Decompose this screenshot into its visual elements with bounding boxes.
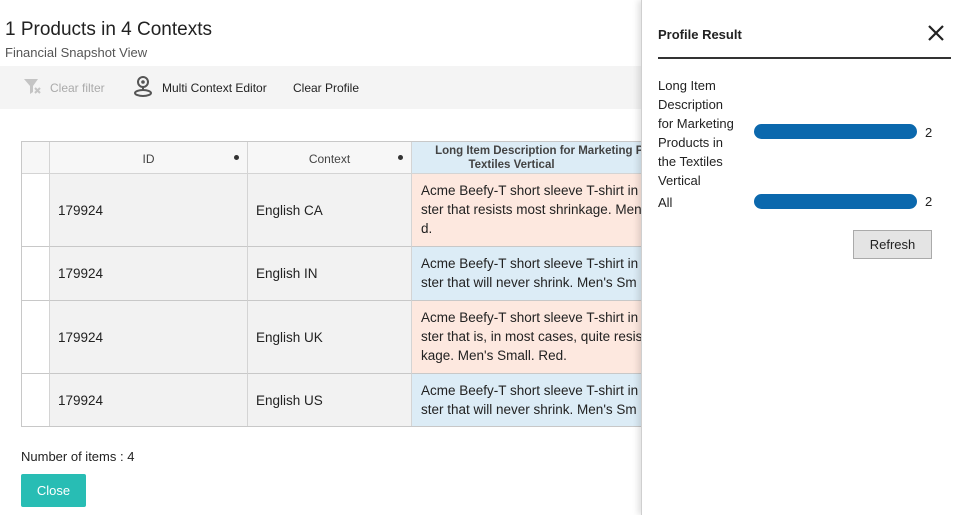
refresh-button[interactable]: Refresh (853, 230, 932, 259)
description-cell[interactable]: Acme Beefy-T short sleeve T-shirt in ste… (412, 247, 660, 301)
products-table: ID Context Long Item Description for Mar… (21, 141, 661, 427)
profile-value: 2 (925, 194, 933, 209)
row-select-cell[interactable] (22, 247, 50, 301)
context-cell: English IN (248, 247, 412, 301)
description-cell[interactable]: Acme Beefy-T short sleeve T-shirt in ste… (412, 301, 660, 374)
panel-title: Profile Result (658, 27, 742, 42)
profile-label-line: All (658, 195, 673, 210)
id-cell: 179924 (50, 247, 248, 301)
row-select-cell[interactable] (22, 301, 50, 374)
id-cell: 179924 (50, 374, 248, 426)
table-row[interactable]: 179924 English CA Acme Beefy-T short sle… (22, 174, 660, 247)
description-line: ster that will never shrink. Men's Sm (421, 402, 637, 417)
multi-context-editor-button[interactable]: Multi Context Editor (132, 66, 267, 109)
description-cell[interactable]: Acme Beefy-T short sleeve T-shirt in ste… (412, 374, 660, 426)
context-column-header[interactable]: Context (248, 142, 412, 174)
table-row[interactable]: 179924 English IN Acme Beefy-T short sle… (22, 247, 660, 301)
id-column-header[interactable]: ID (50, 142, 248, 174)
page-title: 1 Products in 4 Contexts (5, 19, 212, 40)
profile-label-line: Vertical (658, 173, 701, 188)
context-cell: English US (248, 374, 412, 426)
long-description-column-header[interactable]: Long Item Description for Marketing Pr T… (412, 142, 660, 174)
clear-filter-button[interactable]: Clear filter (22, 66, 105, 109)
id-cell: 179924 (50, 301, 248, 374)
profile-label-line: Long Item (658, 78, 716, 93)
description-line: ster that is, in most cases, quite resis (421, 329, 643, 344)
id-column-label: ID (142, 152, 155, 166)
profile-label-line: the Textiles (658, 154, 723, 169)
description-line: ster that will never shrink. Men's Sm (421, 275, 637, 290)
location-person-icon (132, 75, 154, 100)
clear-filter-label: Clear filter (50, 80, 105, 95)
item-count: Number of items : 4 (21, 449, 135, 464)
profile-result-panel: Profile Result Long Item Description for… (641, 0, 968, 515)
description-line: Acme Beefy-T short sleeve T-shirt in (421, 256, 639, 271)
filter-icon (22, 76, 42, 99)
toolbar: Clear filter Multi Context Editor Clear … (0, 66, 660, 109)
context-cell: English CA (248, 174, 412, 247)
profile-label-line: Products in (658, 135, 724, 150)
description-line: kage. Men's Small. Red. (421, 348, 567, 363)
description-line: ster that resists most shrinkage. Men (421, 202, 642, 217)
profile-label-line: for Marketing (658, 116, 734, 131)
row-select-cell[interactable] (22, 374, 50, 426)
profile-value: 2 (925, 125, 933, 140)
profile-bar[interactable] (754, 194, 917, 209)
long-description-label-line2: Textiles Vertical (468, 159, 555, 171)
clear-profile-button[interactable]: Clear Profile (293, 66, 359, 109)
profile-bar[interactable] (754, 124, 917, 139)
column-menu-icon[interactable] (234, 155, 239, 160)
profile-label-line: Description (658, 97, 724, 112)
id-cell: 179924 (50, 174, 248, 247)
description-cell[interactable]: Acme Beefy-T short sleeve T-shirt in ste… (412, 174, 660, 247)
long-description-label-line1: Long Item Description for Marketing Pr (435, 145, 648, 157)
context-column-label: Context (308, 152, 351, 166)
context-cell: English UK (248, 301, 412, 374)
select-column-header[interactable] (22, 142, 50, 174)
panel-divider (658, 57, 951, 59)
description-line: d. (421, 221, 433, 236)
close-button[interactable]: Close (21, 474, 86, 507)
close-icon[interactable] (925, 22, 947, 44)
description-line: Acme Beefy-T short sleeve T-shirt in (421, 183, 639, 198)
multi-context-editor-label: Multi Context Editor (162, 80, 267, 95)
profile-item-label: All (658, 193, 672, 212)
clear-profile-label: Clear Profile (293, 80, 360, 95)
table-row[interactable]: 179924 English UK Acme Beefy-T short sle… (22, 301, 660, 374)
row-select-cell[interactable] (22, 174, 50, 247)
table-row[interactable]: 179924 English US Acme Beefy-T short sle… (22, 374, 660, 426)
profile-item-label: Long Item Description for Marketing Prod… (658, 76, 734, 190)
description-line: Acme Beefy-T short sleeve T-shirt in (421, 310, 639, 325)
page-subtitle: Financial Snapshot View (5, 45, 148, 60)
description-line: Acme Beefy-T short sleeve T-shirt in (421, 383, 639, 398)
column-menu-icon[interactable] (398, 155, 403, 160)
